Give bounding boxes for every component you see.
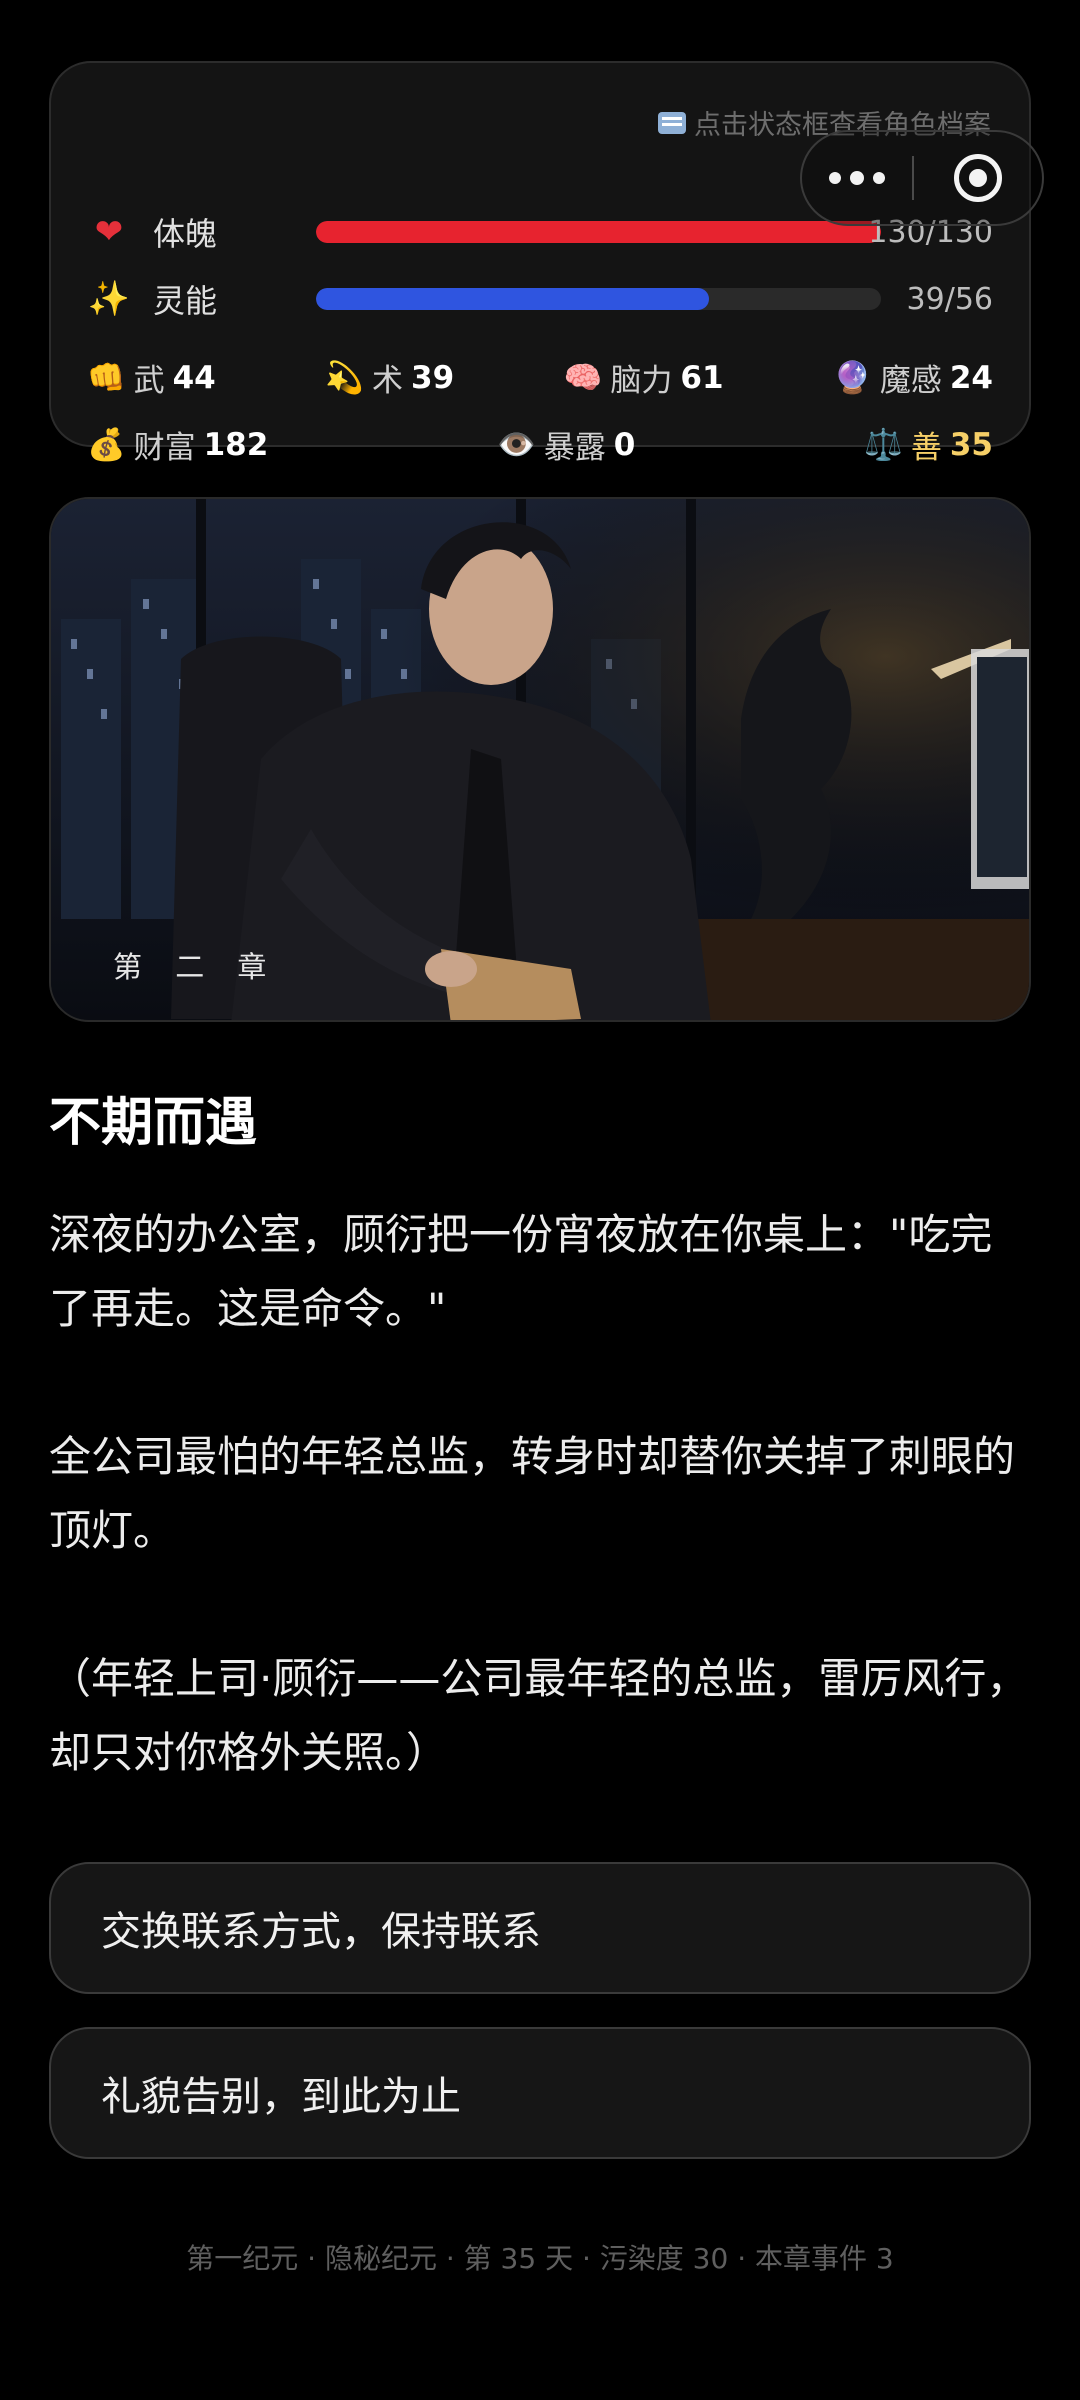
- scales-icon: ⚖️: [864, 427, 903, 463]
- mp-bar: [316, 288, 881, 310]
- sparkles-icon: ✨: [87, 279, 131, 319]
- more-icon[interactable]: [802, 132, 912, 224]
- chapter-label: 第 二 章: [113, 950, 279, 984]
- status-card[interactable]: 点击状态框查看角色档案 ❤ 体魄 130/130 ✨ 灵能 39/56 👊 武 …: [49, 61, 1031, 466]
- attribute-row-2: 💰 财富 182 👁️ 暴露 0 ⚖️ 善 35: [87, 422, 993, 467]
- mini-program-capsule: [800, 130, 1044, 226]
- attr-intellect: 🧠 脑力 61: [563, 359, 724, 400]
- footer-status: 第一纪元 · 隐秘纪元 · 第 35 天 · 污染度 30 · 本章事件 3: [186, 2242, 894, 2275]
- attribute-row-1: 👊 武 44 💫 术 39 🧠 脑力 61 🔮 魔感 24: [87, 355, 993, 400]
- attr-magic-sense: 🔮 魔感 24: [833, 359, 993, 400]
- hp-bar-fill: [316, 221, 881, 243]
- choice-polite-farewell-button[interactable]: 礼貌告别，到此为止: [49, 2027, 1031, 2159]
- money-bag-icon: 💰: [87, 427, 126, 463]
- attr-wealth: 💰 财富 182: [87, 426, 269, 467]
- close-icon[interactable]: [914, 154, 1042, 202]
- heart-icon: ❤: [94, 212, 124, 252]
- dizzy-star-icon: 💫: [325, 360, 365, 396]
- mp-row: ✨ 灵能 39/56: [87, 274, 993, 324]
- chapter-illustration: 第 二 章: [49, 497, 1031, 1022]
- brain-icon: 🧠: [563, 360, 603, 396]
- attr-martial: 👊 武 44: [87, 359, 216, 400]
- crystal-ball-icon: 🔮: [833, 360, 872, 396]
- attr-good: ⚖️ 善 35: [864, 426, 993, 467]
- story-text: 深夜的办公室，顾衍把一份宵夜放在你桌上："吃完了再走。这是命令。" 全公司最怕的…: [49, 1198, 1031, 1864]
- hp-bar: [316, 221, 881, 243]
- story-paragraph: （年轻上司·顾衍——公司最年轻的总监，雷厉风行，却只对你格外关照。）: [49, 1654, 1029, 1777]
- mp-value: 39/56: [906, 281, 993, 317]
- eye-icon: 👁️: [497, 427, 536, 463]
- mp-bar-fill: [316, 288, 710, 310]
- fist-icon: 👊: [87, 360, 126, 396]
- chapter-title: 不期而遇: [49, 1093, 258, 1153]
- id-card-icon: [658, 111, 686, 134]
- hp-label: 体魄: [153, 215, 218, 253]
- attr-spell: 💫 术 39: [325, 359, 455, 400]
- story-paragraph: 深夜的办公室，顾衍把一份宵夜放在你桌上："吃完了再走。这是命令。": [49, 1210, 993, 1333]
- attr-exposure: 👁️ 暴露 0: [497, 426, 636, 467]
- choice-exchange-contacts-button[interactable]: 交换联系方式，保持联系: [49, 1862, 1031, 1994]
- mp-label: 灵能: [153, 282, 218, 320]
- story-paragraph: 全公司最怕的年轻总监，转身时却替你关掉了刺眼的顶灯。: [49, 1432, 1016, 1555]
